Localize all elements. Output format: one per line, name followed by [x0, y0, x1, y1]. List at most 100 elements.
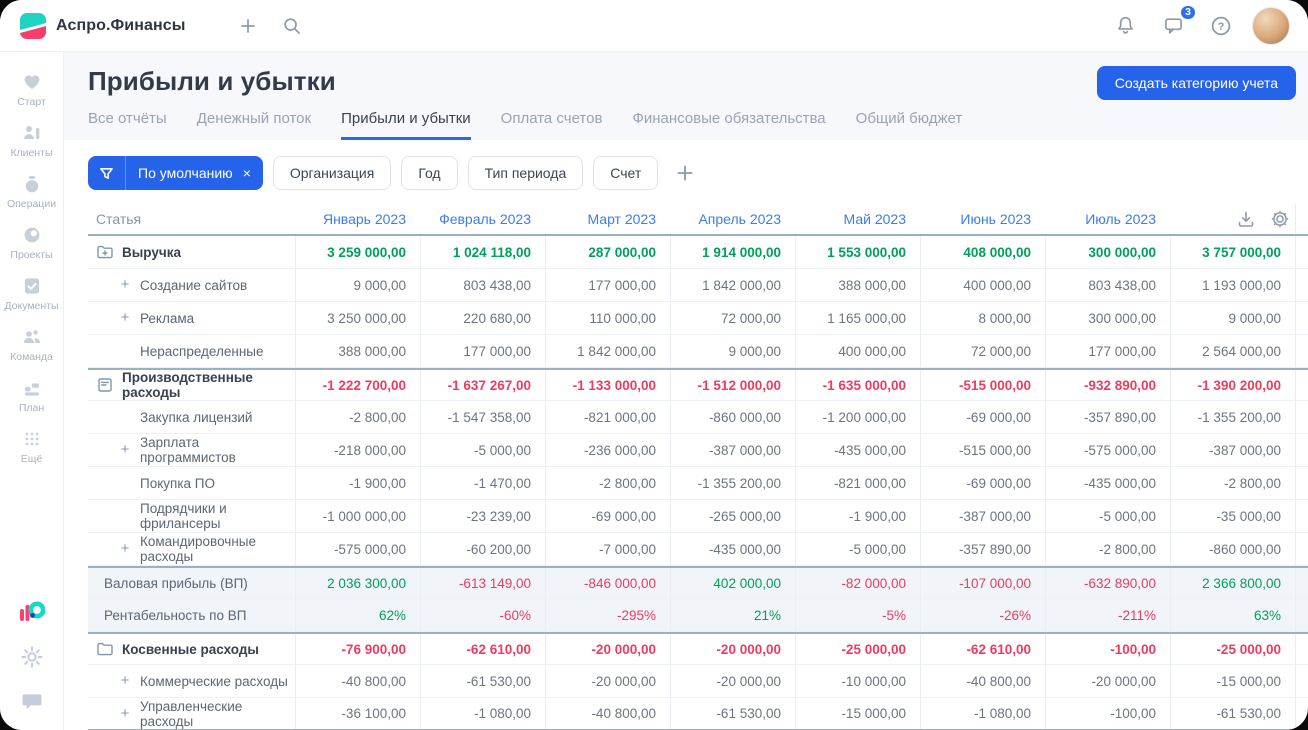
column-header-month-2[interactable]: Март 2023 [545, 204, 670, 234]
cell-value: -1 355 200,00 [670, 467, 795, 499]
column-header-month-5[interactable]: Июнь 2023 [920, 204, 1045, 234]
cell-value: 300 000,00 [1045, 236, 1170, 268]
cell-value: -1 390 200,00 [1170, 370, 1295, 400]
row-label[interactable]: Косвенные расходы [88, 634, 295, 664]
sidebar-item-operations[interactable]: Операции [2, 166, 62, 217]
filter-chip-3[interactable]: Счет [593, 156, 659, 190]
row-label[interactable]: + Создание сайтов [88, 269, 295, 301]
expand-plus-icon[interactable]: + [118, 706, 132, 721]
cell-value: -100,00 [1045, 634, 1170, 664]
cell-value: 300 000,00 [1045, 302, 1170, 334]
avatar[interactable] [1252, 6, 1290, 45]
bell-icon[interactable] [1108, 9, 1142, 43]
cell-value: 287 000,00 [545, 236, 670, 268]
row-label[interactable]: Нераспределенные [88, 335, 295, 367]
cell-value: -76 900,00 [295, 634, 420, 664]
filter-chip-1[interactable]: Год [401, 156, 458, 190]
download-icon[interactable] [1237, 210, 1255, 228]
cell-value: -7 000,00 [545, 533, 670, 565]
row-label[interactable]: Производственные расходы [88, 370, 295, 400]
filter-chip-0[interactable]: Организация [272, 156, 392, 190]
sidebar-item-documents[interactable]: Документы [2, 268, 62, 319]
table-row: Закупка лицензий -2 800,00 -1 547 358,00 -8… [88, 401, 1308, 434]
sidebar-item-plan[interactable]: План [2, 370, 62, 421]
cell-value: 220 680,00 [420, 302, 545, 334]
sidebar-item-start[interactable]: Старт [2, 64, 62, 115]
folder-plus-icon[interactable] [96, 243, 114, 261]
folder-icon[interactable] [96, 640, 114, 658]
row-label[interactable]: + Коммерческие расходы [88, 665, 295, 697]
cell-value: -61 530,00 [420, 665, 545, 697]
cell-value: -2 800,00 [545, 467, 670, 499]
cell-value: -387 000,00 [670, 434, 795, 466]
table-row: + Командировочные расходы -575 000,00 -60 2… [88, 533, 1308, 566]
table-header-row: Статья Январь 2023 Февраль 2023 Март 202… [88, 204, 1308, 236]
gear-icon[interactable] [20, 646, 43, 668]
column-header-month-6[interactable]: Июль 2023 [1045, 204, 1170, 234]
sidebar-item-more[interactable]: Ещё [2, 421, 62, 472]
cell-value: -100,00 [1045, 698, 1170, 729]
cell-value: -1 080,00 [920, 698, 1045, 729]
row-label[interactable]: Подрядчики и фрилансеры [88, 500, 295, 532]
column-header-month-3[interactable]: Апрель 2023 [670, 204, 795, 234]
row-label[interactable]: Закупка лицензий [88, 401, 295, 433]
quick-create-button[interactable] [231, 9, 265, 43]
settings-icon[interactable] [1271, 210, 1289, 228]
table-row: Покупка ПО -1 900,00 -1 470,00 -2 800,00 -1 … [88, 467, 1308, 500]
cell-value: -25 000,00 [1170, 634, 1295, 664]
filter-remove-icon[interactable]: × [241, 165, 263, 181]
table-row: Нераспределенные 388 000,00 177 000,00 1 84… [88, 335, 1308, 368]
column-header-month-1[interactable]: Февраль 2023 [420, 204, 545, 234]
filter-default-pill[interactable]: По умолчанию × [88, 156, 263, 190]
tab-5[interactable]: Общий бюджет [856, 110, 963, 140]
tab-3[interactable]: Оплата счетов [501, 110, 603, 140]
row-label[interactable]: + Реклама [88, 302, 295, 334]
search-icon[interactable] [275, 9, 309, 43]
product-logo[interactable] [19, 600, 45, 624]
cell-value: -69 000,00 [920, 467, 1045, 499]
add-filter-button[interactable] [674, 162, 696, 184]
cell-value: 8 000,00 [920, 302, 1045, 334]
expand-plus-icon[interactable]: + [118, 541, 132, 556]
cell-value: -2 800,00 [295, 401, 420, 433]
cell-value: 9 000,00 [295, 269, 420, 301]
start-icon [21, 71, 43, 93]
doc-lines-icon[interactable] [96, 376, 114, 394]
cell-value: -1 900,00 [295, 467, 420, 499]
column-header-month-4[interactable]: Май 2023 [795, 204, 920, 234]
expand-plus-icon[interactable]: + [118, 442, 132, 457]
cell-value: 177 000,00 [545, 269, 670, 301]
sidebar-item-clients[interactable]: Клиенты [2, 115, 62, 166]
help-icon[interactable]: ? [1204, 9, 1238, 43]
filter-pill-label: По умолчанию [138, 165, 233, 181]
row-label[interactable]: Выручка [88, 236, 295, 268]
tab-0[interactable]: Все отчёты [88, 110, 167, 140]
cell-value: 1 165 000,00 [795, 302, 920, 334]
cell-value: -1 635 000,00 [795, 370, 920, 400]
cell-value: -62 610,00 [920, 634, 1045, 664]
tab-4[interactable]: Финансовые обязательства [632, 110, 825, 140]
expand-plus-icon[interactable]: + [118, 277, 132, 292]
row-label[interactable]: Покупка ПО [88, 467, 295, 499]
feedback-icon[interactable] [21, 690, 43, 712]
row-label[interactable]: + Управленческие расходы [88, 698, 295, 729]
column-header-month-0[interactable]: Январь 2023 [295, 204, 420, 234]
cell-value: 21% [670, 599, 795, 631]
row-label[interactable]: + Зарплата программистов [88, 434, 295, 466]
projects-icon [21, 224, 43, 246]
sidebar-item-team[interactable]: Команда [2, 319, 62, 370]
tab-2[interactable]: Прибыли и убытки [341, 110, 471, 140]
tab-1[interactable]: Денежный поток [197, 110, 311, 140]
row-label[interactable]: + Командировочные расходы [88, 533, 295, 565]
cell-value: 1 914 000,00 [670, 236, 795, 268]
filter-chip-2[interactable]: Тип периода [467, 156, 584, 190]
expand-plus-icon[interactable]: + [118, 310, 132, 325]
cell-value: -20 000,00 [670, 634, 795, 664]
table-row: Производственные расходы -1 222 700,00 -1 … [88, 368, 1308, 401]
create-category-button[interactable]: Создать категорию учета [1096, 66, 1296, 100]
expand-plus-icon[interactable]: + [118, 673, 132, 688]
sidebar-item-projects[interactable]: Проекты [2, 217, 62, 268]
cell-value: -218 000,00 [295, 434, 420, 466]
cell-value: -62 610,00 [420, 634, 545, 664]
cell-value: 2 036 300,00 [295, 568, 420, 598]
